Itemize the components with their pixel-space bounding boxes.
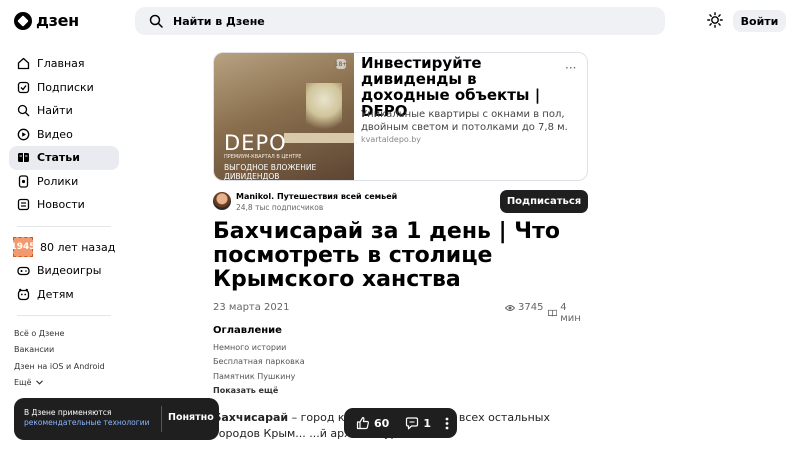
sidebar-item-articles[interactable]: Статьи — [9, 146, 119, 170]
likes-count: 60 — [374, 416, 390, 430]
sidebar-item-shorts[interactable]: Ролики — [9, 170, 119, 194]
ad-image-plant — [306, 83, 342, 138]
sidebar-item-label: Подписки — [37, 80, 94, 94]
thumbs-up-icon — [356, 416, 369, 430]
toc-item[interactable]: Бесплатная парковка — [213, 355, 588, 370]
ad-image[interactable]: 18+ DEPO ПРЕМИУМ-КВАРТАЛ В ЦЕНТРЕ ВЫГОДН… — [214, 53, 354, 181]
sidebar-item-label: Статьи — [37, 151, 80, 165]
search-icon — [17, 105, 30, 117]
search-bar[interactable]: Найти в Дзене — [135, 7, 665, 35]
search-input[interactable]: Найти в Дзене — [173, 15, 265, 28]
cookie-notice: В Дзене применяются рекомендательные тех… — [14, 398, 219, 440]
sidebar-item-news[interactable]: Новости — [9, 193, 119, 217]
toc-item[interactable]: Памятник Пушкину — [213, 369, 588, 384]
ad-image-table — [284, 133, 354, 143]
sidebar-item-80-years[interactable]: 1945 80 лет назад — [9, 236, 119, 260]
top-bar: дзен Найти в Дзене Войти — [0, 0, 800, 42]
article-action-bar: 60 1 — [344, 408, 457, 438]
sidebar-item-label: Новости — [37, 198, 85, 212]
views-count: 3745 — [518, 302, 544, 313]
sidebar-item-video[interactable]: Видео — [9, 123, 119, 147]
logo[interactable]: дзен — [14, 11, 79, 30]
theme-toggle-icon[interactable] — [707, 12, 723, 28]
ad-age-badge: 18+ — [334, 59, 348, 69]
toc-item[interactable]: Немного истории — [213, 340, 588, 355]
more-actions-icon[interactable] — [445, 417, 449, 430]
anniversary-stamp-icon: 1945 — [10, 237, 36, 258]
search-icon — [149, 14, 163, 28]
eye-icon — [505, 304, 515, 311]
logo-icon — [14, 11, 32, 30]
toc-title: Оглавление — [213, 325, 282, 336]
article-views: 3745 — [505, 302, 543, 313]
sidebar-item-home[interactable]: Главная — [9, 52, 119, 76]
news-icon — [17, 199, 30, 211]
sidebar: Главная Подписки Найти Видео Статьи Роли… — [9, 52, 119, 391]
read-time-value: 4 мин — [560, 302, 581, 324]
author-name[interactable]: Manikol. Путешествия всей семьей — [236, 192, 397, 201]
avatar[interactable] — [213, 192, 231, 210]
article-column: 18+ DEPO ПРЕМИУМ-КВАРТАЛ В ЦЕНТРЕ ВЫГОДН… — [213, 52, 588, 440]
comments-button[interactable]: 1 — [405, 417, 431, 430]
article-meta: 23 марта 2021 3745 4 мин — [213, 302, 588, 324]
comment-icon — [406, 416, 419, 429]
article-read-time: 4 мин — [548, 302, 588, 324]
sidebar-item-label: Видеоигры — [37, 264, 102, 278]
ad-image-tagline: ВЫГОДНОЕ ВЛОЖЕНИЕ ДИВИДЕНДОВ — [224, 163, 317, 181]
cookie-text: В Дзене применяются рекомендательные тех… — [24, 408, 164, 428]
sidebar-item-label: Найти — [37, 104, 73, 118]
sidebar-item-search[interactable]: Найти — [9, 99, 119, 123]
ad-banner[interactable]: 18+ DEPO ПРЕМИУМ-КВАРТАЛ В ЦЕНТРЕ ВЫГОДН… — [213, 52, 588, 181]
footer-link-label: Ещё — [14, 378, 32, 388]
cookie-message: В Дзене применяются — [24, 408, 112, 417]
author-subscribers: 24,8 тыс подписчиков — [236, 203, 324, 212]
article-title: Бахчисарай за 1 день | Что посмотреть в … — [213, 219, 560, 292]
book-icon — [548, 309, 558, 317]
subscribe-button[interactable]: Подписаться — [500, 190, 588, 213]
gamepad-icon — [17, 267, 30, 276]
footer-link-more[interactable]: Ещё — [9, 375, 119, 392]
comments-count: 1 — [423, 416, 431, 430]
kids-icon — [17, 288, 30, 300]
footer-link-jobs[interactable]: Вакансии — [9, 342, 119, 359]
cookie-divider — [161, 406, 162, 432]
ad-image-subtext: ПРЕМИУМ-КВАРТАЛ В ЦЕНТРЕ — [224, 154, 302, 160]
home-icon — [17, 58, 30, 70]
ad-link[interactable]: kvartaldepo.by — [361, 135, 421, 144]
author-bar: Manikol. Путешествия всей семьей 24,8 ты… — [213, 189, 588, 215]
cookie-link[interactable]: рекомендательные технологии — [24, 418, 149, 427]
footer-link-apps[interactable]: Дзен на iOS и Android — [9, 358, 119, 375]
article-date: 23 марта 2021 — [213, 302, 290, 313]
sidebar-item-label: Видео — [37, 127, 73, 141]
article-bold-term: Бахчисарай — [213, 411, 289, 424]
ad-description: Уникальные квартиры с окнами в пол, двой… — [361, 109, 568, 133]
cookie-accept-button[interactable]: Понятно — [168, 412, 214, 423]
video-icon — [17, 128, 30, 141]
table-of-contents: Оглавление Немного истории Бесплатная па… — [213, 325, 588, 398]
sidebar-item-label: Главная — [37, 57, 85, 71]
sidebar-item-videogames[interactable]: Видеоигры — [9, 259, 119, 283]
ad-more-icon[interactable]: ··· — [565, 61, 576, 75]
like-button[interactable]: 60 — [356, 416, 389, 430]
toc-show-more[interactable]: Показать ещё — [213, 384, 588, 398]
shorts-icon — [18, 175, 29, 188]
logo-text: дзен — [36, 11, 79, 30]
sidebar-divider — [17, 225, 111, 227]
articles-icon — [18, 153, 29, 163]
footer-link-about[interactable]: Всё о Дзене — [9, 325, 119, 342]
sidebar-item-kids[interactable]: Детям — [9, 283, 119, 307]
sidebar-item-label: Детям — [37, 287, 74, 301]
subscriptions-icon — [17, 81, 30, 93]
chevron-down-icon — [35, 380, 43, 385]
sidebar-item-subscriptions[interactable]: Подписки — [9, 76, 119, 100]
sidebar-item-label: Ролики — [37, 174, 79, 188]
sidebar-item-label: 80 лет назад — [40, 240, 116, 254]
login-button[interactable]: Войти — [733, 10, 786, 32]
sidebar-divider — [17, 315, 111, 316]
ad-image-brand: DEPO — [224, 131, 287, 155]
